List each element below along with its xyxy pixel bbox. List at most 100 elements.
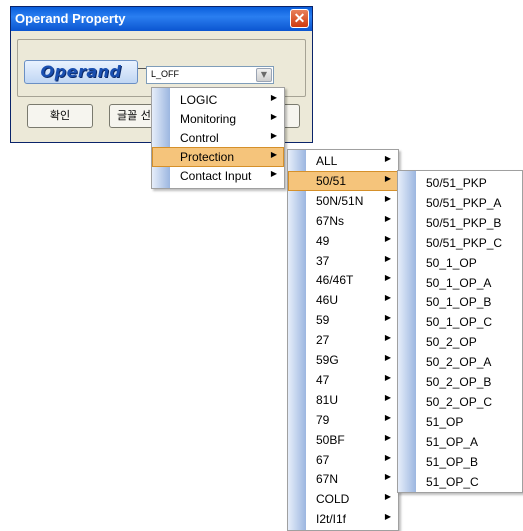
menu-item-label: ALL xyxy=(316,154,338,168)
menu-item-50-2-op-b[interactable]: 50_2_OP_B xyxy=(398,372,522,392)
menu-item-monitoring[interactable]: Monitoring ▶ xyxy=(152,109,284,129)
menu-item-50-51-pkp[interactable]: 50/51_PKP xyxy=(398,173,522,193)
menu-item-label: 50_2_OP_B xyxy=(426,375,492,389)
submenu-arrow-icon: ▶ xyxy=(270,150,277,159)
menu-item-67[interactable]: 67 ▶ xyxy=(288,450,398,470)
menu-item-50n-51n[interactable]: 50N/51N ▶ xyxy=(288,191,398,211)
submenu-arrow-icon: ▶ xyxy=(384,372,391,382)
menu-item-50-1-op-a[interactable]: 50_1_OP_A xyxy=(398,273,522,293)
menu-item-label: 50/51_PKP_C xyxy=(426,235,503,250)
menu-item-logic[interactable]: LOGIC ▶ xyxy=(152,90,284,110)
submenu-arrow-icon: ▶ xyxy=(384,472,391,482)
operand-combo-value: L_OFF xyxy=(151,69,180,79)
menu-item-label: 50/51_PKP xyxy=(426,176,487,190)
menu-item-cold[interactable]: COLD ▶ xyxy=(288,489,398,509)
menu-item-label: LOGIC xyxy=(180,93,218,107)
menu-item-label: 51_OP xyxy=(426,414,464,429)
menu-item-label: 50_1_OP_C xyxy=(426,315,493,330)
menu-item-label: 50BF xyxy=(316,432,345,447)
submenu-arrow-icon: ▶ xyxy=(384,412,391,422)
submenu-arrow-icon: ▶ xyxy=(384,333,391,343)
menu-item-47[interactable]: 47 ▶ xyxy=(288,370,398,390)
menu-item-label: 81U xyxy=(316,392,339,407)
menu-item-label: 46/46T xyxy=(316,273,354,288)
ok-button[interactable]: 확인 xyxy=(27,104,93,128)
submenu-arrow-icon: ▶ xyxy=(384,193,391,203)
submenu-arrow-icon: ▶ xyxy=(384,313,391,323)
menu-item-67ns[interactable]: 67Ns ▶ xyxy=(288,211,398,231)
menu-item-50-51-pkp-c[interactable]: 50/51_PKP_C xyxy=(398,233,522,253)
menu-item-50-51-pkp-a[interactable]: 50/51_PKP_A xyxy=(398,193,522,213)
menu-item-67n[interactable]: 67N ▶ xyxy=(288,469,398,489)
menu-item-79[interactable]: 79 ▶ xyxy=(288,410,398,430)
menu-item-50bf[interactable]: 50BF ▶ xyxy=(288,430,398,450)
submenu-arrow-icon: ▶ xyxy=(384,293,391,303)
submenu-arrow-icon: ▶ xyxy=(384,233,391,243)
menu-item-51-op[interactable]: 51_OP xyxy=(398,412,522,432)
submenu-arrow-icon: ▶ xyxy=(384,392,391,402)
menu-item-50-2-op[interactable]: 50_2_OP xyxy=(398,332,522,352)
chevron-down-icon[interactable]: ▼ xyxy=(256,68,272,82)
submenu-arrow-icon: ▶ xyxy=(384,432,391,442)
menu-item-37[interactable]: 37 ▶ xyxy=(288,251,398,271)
menu-item-label: 50/51 xyxy=(316,173,347,188)
menu-item-50-2-op-a[interactable]: 50_2_OP_A xyxy=(398,352,522,372)
menu-item-27[interactable]: 27 ▶ xyxy=(288,330,398,350)
menu-item-51-op-a[interactable]: 51_OP_A xyxy=(398,432,522,452)
menu-item-51-op-c[interactable]: 51_OP_C xyxy=(398,472,522,492)
menu-item-label: 67Ns xyxy=(316,213,345,228)
menu-item-label: 50_2_OP_C xyxy=(426,394,493,409)
submenu-arrow-icon: ▶ xyxy=(384,154,391,163)
menu-item-50-2-op-c[interactable]: 50_2_OP_C xyxy=(398,392,522,412)
submenu-arrow-icon: ▶ xyxy=(270,112,277,121)
dialog-title: Operand Property xyxy=(15,11,126,26)
menu-item-label: 50N/51N xyxy=(316,193,364,208)
submenu-arrow-icon: ▶ xyxy=(270,131,277,140)
close-button[interactable]: ✕ xyxy=(290,9,309,28)
menu-item-label: 67N xyxy=(316,472,339,487)
protection-submenu: ALL ▶ 50/51 ▶ 50N/51N ▶ 67Ns ▶ 49 ▶ 37 ▶ 46/46T ▶ 46U ▶… xyxy=(287,149,399,531)
submenu-arrow-icon: ▶ xyxy=(384,492,391,502)
menu-item-59g[interactable]: 59G ▶ xyxy=(288,350,398,370)
submenu-arrow-icon: ▶ xyxy=(384,452,391,462)
menu-item-50-1-op[interactable]: 50_1_OP xyxy=(398,253,522,273)
menu-item-81u[interactable]: 81U ▶ xyxy=(288,390,398,410)
menu-item-50-51[interactable]: 50/51 ▶ xyxy=(288,170,398,191)
submenu-arrow-icon: ▶ xyxy=(384,253,391,263)
menu-item-label: 50/51_PKP_A xyxy=(426,195,502,210)
menu-item-label: 79 xyxy=(316,412,330,427)
operand-combo[interactable]: L_OFF ▼ xyxy=(146,66,274,84)
menu-item-label: 50_2_OP_A xyxy=(426,355,492,370)
menu-item-46u[interactable]: 46U ▶ xyxy=(288,290,398,310)
menu-item-label: 50_1_OP_A xyxy=(426,275,492,290)
submenu-arrow-icon: ▶ xyxy=(270,93,277,102)
menu-item-49[interactable]: 49 ▶ xyxy=(288,231,398,251)
menu-item-i2t-i1f[interactable]: I2t/I1f ▶ xyxy=(288,509,398,529)
menu-item-label: 46U xyxy=(316,293,339,308)
menu-item-label: I2t/I1f xyxy=(316,512,347,527)
menu-item-contact-input[interactable]: Contact Input ▶ xyxy=(152,166,284,186)
menu-item-46-46t[interactable]: 46/46T ▶ xyxy=(288,270,398,290)
title-bar[interactable]: Operand Property ✕ xyxy=(11,7,312,31)
menu-item-label: 37 xyxy=(316,253,330,268)
menu-item-50-1-op-b[interactable]: 50_1_OP_B xyxy=(398,292,522,312)
menu-item-label: 59 xyxy=(316,313,330,328)
menu-item-50-51-pkp-b[interactable]: 50/51_PKP_B xyxy=(398,213,522,233)
menu-item-protection[interactable]: Protection ▶ xyxy=(152,147,284,167)
menu-item-51-op-b[interactable]: 51_OP_B xyxy=(398,452,522,472)
menu-item-59[interactable]: 59 ▶ xyxy=(288,310,398,330)
menu-item-all[interactable]: ALL ▶ xyxy=(288,151,398,171)
menu-item-label: 51_OP_A xyxy=(426,434,479,449)
connector-line xyxy=(138,68,146,69)
submenu-arrow-icon: ▶ xyxy=(384,213,391,223)
operand-category-menu: LOGIC ▶ Monitoring ▶ Control ▶ Protection ▶ Cont… xyxy=(151,87,285,189)
menu-item-label: 51_OP_C xyxy=(426,474,479,489)
submenu-arrow-icon: ▶ xyxy=(384,273,391,283)
menu-item-control[interactable]: Control ▶ xyxy=(152,128,284,148)
menu-item-label: Monitoring xyxy=(180,112,237,126)
menu-item-50-1-op-c[interactable]: 50_1_OP_C xyxy=(398,312,522,332)
operand-logo: Operand xyxy=(24,60,138,84)
submenu-arrow-icon: ▶ xyxy=(384,353,391,362)
menu-item-label: Control xyxy=(180,131,219,145)
menu-item-label: COLD xyxy=(316,492,350,507)
